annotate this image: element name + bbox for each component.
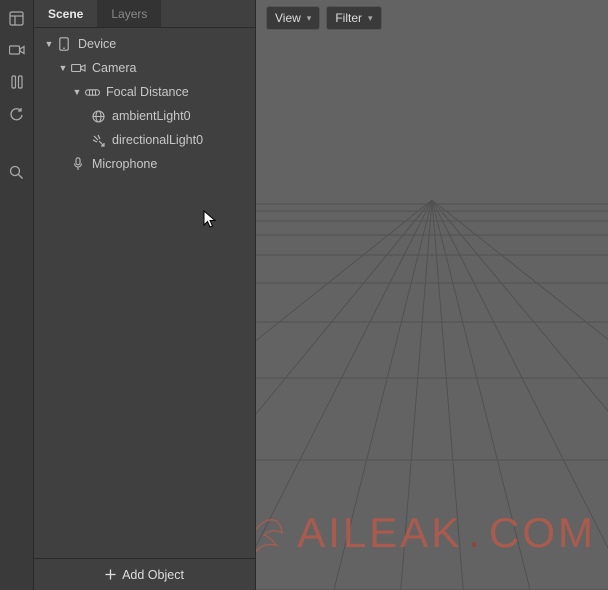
tab-layers[interactable]: Layers: [97, 0, 161, 27]
tree-node-focal[interactable]: ▼ Focal Distance: [34, 80, 255, 104]
tree-label: Microphone: [92, 157, 157, 171]
viewport-toolbar: View ▾ Filter ▾: [266, 6, 382, 30]
tree-node-ambient[interactable]: ambientLight0: [34, 104, 255, 128]
chevron-down-icon: ▼: [72, 87, 82, 97]
tree-node-directional[interactable]: directionalLight0: [34, 128, 255, 152]
view-label: View: [275, 11, 301, 25]
search-icon[interactable]: [9, 164, 25, 180]
add-object-label: Add Object: [122, 568, 184, 582]
globe-icon: [90, 110, 106, 123]
focal-icon: [84, 88, 100, 97]
grid-floor: [256, 0, 608, 590]
tree-node-camera[interactable]: ▼ Camera: [34, 56, 255, 80]
chevron-down-icon: ▼: [44, 39, 54, 49]
tree-label: Focal Distance: [106, 85, 189, 99]
view-dropdown[interactable]: View ▾: [266, 6, 320, 30]
tab-scene[interactable]: Scene: [34, 0, 97, 27]
directional-light-icon: [90, 134, 106, 147]
viewport-3d[interactable]: View ▾ Filter ▾ AILEAK . COM: [256, 0, 608, 590]
refresh-icon[interactable]: [9, 106, 25, 122]
plus-icon: [105, 569, 116, 580]
side-panel: Scene Layers ▼ Device ▼ Camera ▼: [34, 0, 256, 590]
filter-label: Filter: [335, 11, 362, 25]
tree-label: directionalLight0: [112, 133, 203, 147]
tree-node-device[interactable]: ▼ Device: [34, 32, 255, 56]
camera-icon: [70, 63, 86, 73]
app-root: Scene Layers ▼ Device ▼ Camera ▼: [0, 0, 608, 590]
tree-label: ambientLight0: [112, 109, 191, 123]
camera-icon[interactable]: [9, 42, 25, 58]
tree-node-microphone[interactable]: Microphone: [34, 152, 255, 176]
tree-label: Device: [78, 37, 116, 51]
filter-dropdown[interactable]: Filter ▾: [326, 6, 381, 30]
chevron-down-icon: ▾: [368, 13, 373, 24]
chevron-down-icon: ▼: [58, 63, 68, 73]
tree-label: Camera: [92, 61, 136, 75]
chevron-down-icon: ▾: [307, 13, 312, 24]
microphone-icon: [70, 157, 86, 171]
icon-rail: [0, 0, 34, 590]
pause-icon[interactable]: [9, 74, 25, 90]
layout-icon[interactable]: [9, 10, 25, 26]
panel-tabs: Scene Layers: [34, 0, 255, 28]
add-object-button[interactable]: Add Object: [34, 558, 255, 590]
scene-tree: ▼ Device ▼ Camera ▼ Focal Distance: [34, 28, 255, 558]
phone-icon: [56, 37, 72, 51]
